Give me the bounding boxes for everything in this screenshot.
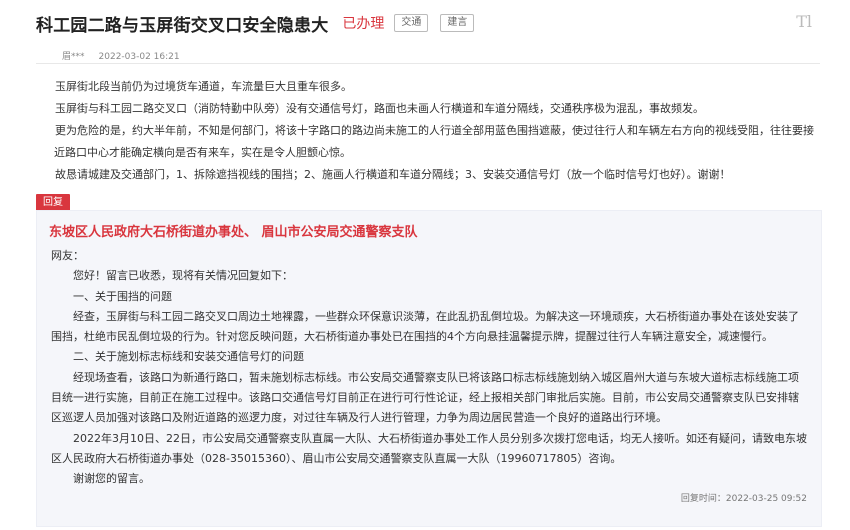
tag-suggestion[interactable]: 建言 bbox=[440, 14, 475, 32]
tag-traffic[interactable]: 交通 bbox=[394, 14, 429, 32]
reply-organization: 东坡区人民政府大石桥街道办事处、 眉山市公安局交通警察支队 bbox=[49, 225, 418, 240]
author: 眉*** bbox=[62, 52, 85, 62]
header: 科工园二路与玉屏街交叉口安全隐患大 已办理 交通 建言 bbox=[36, 12, 475, 36]
message-content: 玉屏街北段当前仍为过境货车通道，车流量巨大且重车很多。 玉屏街与科工园二路交叉口… bbox=[54, 76, 822, 186]
message-paragraph: 更为危险的是，约大半年前，不知是何部门，将该十字路口的路边尚未施工的人行道全部用… bbox=[54, 124, 814, 159]
reply-line: 2022年3月10日、22日，市公安局交通警察支队直属一大队、大石桥街道办事处工… bbox=[51, 431, 807, 465]
reply-line: 二、关于施划标志标线和安装交通信号灯的问题 bbox=[73, 350, 304, 364]
reply-body: 网友： 您好！留言已收悉，现将有关情况回复如下： 一、关于围挡的问题 经查，玉屏… bbox=[51, 246, 807, 490]
page: 科工园二路与玉屏街交叉口安全隐患大 已办理 交通 建言 Tl 眉*** 2022-… bbox=[0, 0, 850, 530]
reply-line: 网友： bbox=[51, 249, 84, 262]
reply-line: 您好！留言已收悉，现将有关情况回复如下： bbox=[73, 269, 293, 283]
page-title: 科工园二路与玉屏街交叉口安全隐患大 bbox=[36, 15, 329, 36]
divider bbox=[36, 63, 820, 64]
reply-line: 谢谢您的留言。 bbox=[73, 472, 150, 486]
message-paragraph: 玉屏街与科工园二路交叉口（消防特勤中队旁）没有交通信号灯，路面也未画人行横道和车… bbox=[55, 102, 704, 115]
message-paragraph: 故恳请城建及交通部门，1、拆除遮挡视线的围挡；2、施画人行横道和车道分隔线；3、… bbox=[55, 168, 731, 181]
reply-line: 一、关于围挡的问题 bbox=[73, 289, 172, 303]
post-date: 2022-03-02 16:21 bbox=[98, 52, 180, 62]
reply-line: 经查，玉屏街与科工园二路交叉口周边土地裸露，一些群众环保意识淡薄，在此乱扔乱倒垃… bbox=[51, 309, 799, 344]
post-meta: 眉*** 2022-03-02 16:21 bbox=[62, 49, 180, 62]
message-paragraph: 玉屏街北段当前仍为过境货车通道，车流量巨大且重车很多。 bbox=[55, 80, 352, 93]
status-badge: 已办理 bbox=[342, 16, 385, 32]
font-size-toggle-icon[interactable]: Tl bbox=[796, 12, 812, 31]
reply-time: 回复时间：2022-03-25 09:52 bbox=[680, 494, 807, 504]
reply-box: 东坡区人民政府大石桥街道办事处、 眉山市公安局交通警察支队 网友： 您好！留言已… bbox=[36, 210, 822, 527]
reply-line: 经现场查看，该路口为新通行路口，暂未施划标志标线。市公安局交通警察支队已将该路口… bbox=[51, 370, 799, 425]
